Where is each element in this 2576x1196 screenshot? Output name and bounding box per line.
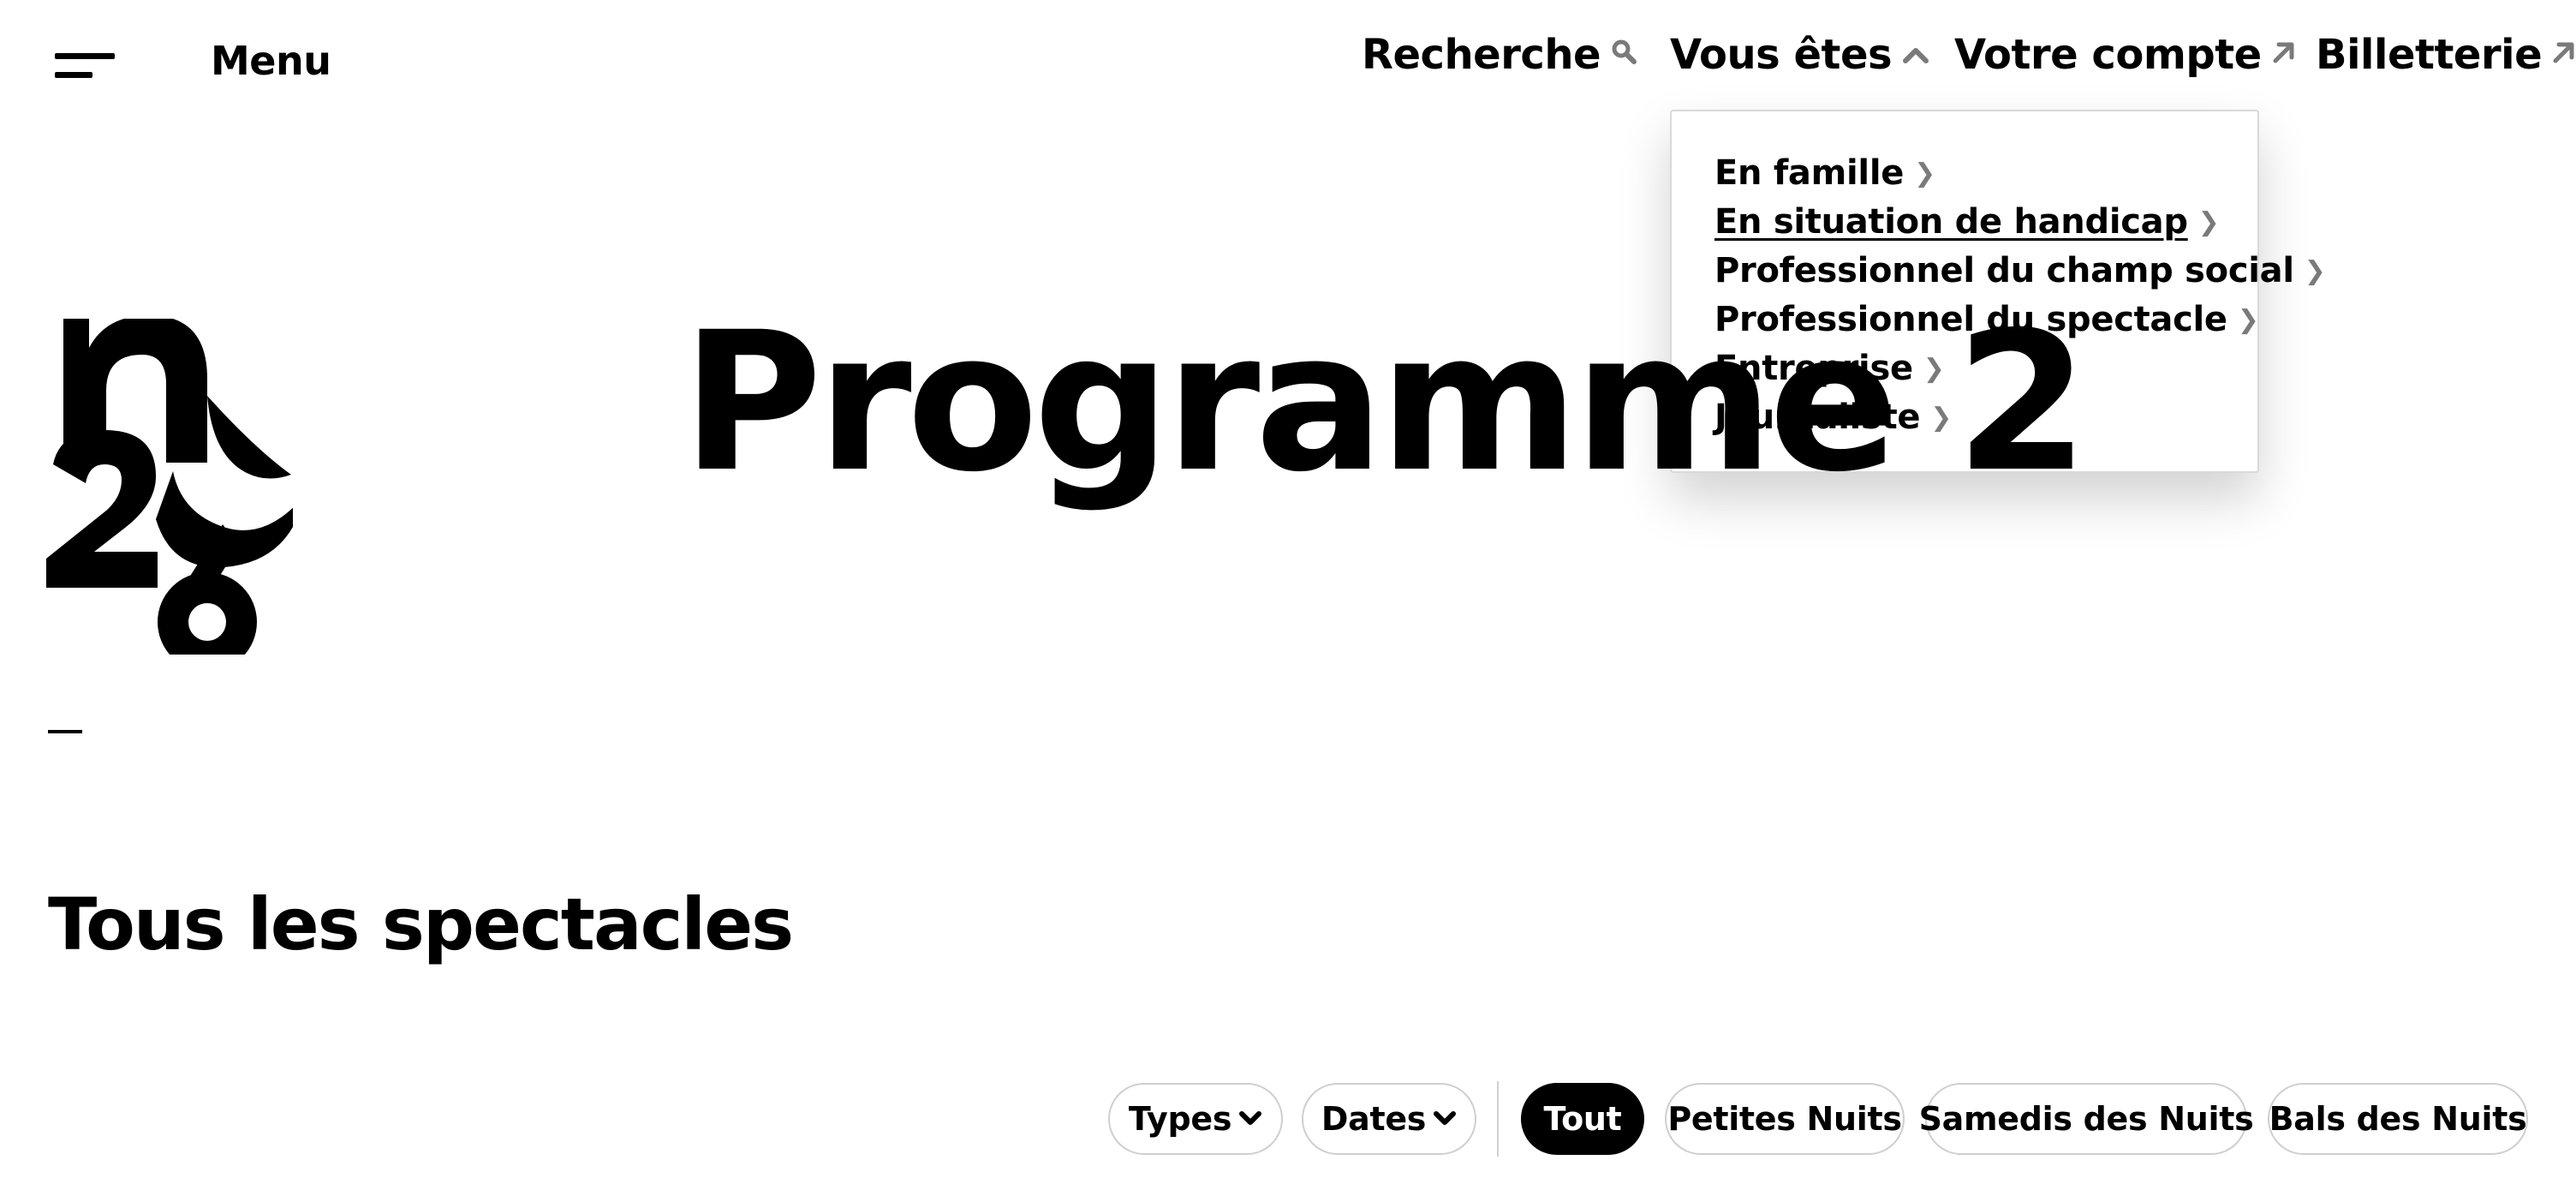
filter-divider <box>1497 1081 1499 1157</box>
dropdown-item-handicap[interactable]: En situation de handicap ❯ <box>1714 198 2257 247</box>
site-logo[interactable] <box>45 315 305 672</box>
nav-billetterie-label: Billetterie <box>2316 31 2543 79</box>
page-title: Programme 2 <box>682 290 2089 514</box>
dropdown-item-label: Professionnel du champ social <box>1714 251 2294 290</box>
nav-account-label: Votre compte <box>1954 31 2262 79</box>
section-title: Tous les spectacles <box>48 882 794 966</box>
dropdown-item-famille[interactable]: En famille ❯ <box>1714 149 2257 198</box>
chevron-right-icon: ❯ <box>2237 305 2259 335</box>
external-arrow-icon <box>2272 38 2296 72</box>
hamburger-bar-bottom <box>55 72 92 78</box>
dates-filter-label: Dates <box>1321 1100 1427 1138</box>
nav-vous-etes-toggle[interactable]: Vous êtes <box>1670 31 1929 79</box>
chevron-up-icon <box>1902 38 1929 72</box>
nav-vous-etes-label: Vous êtes <box>1670 31 1893 79</box>
hamburger-bar-top <box>55 53 115 59</box>
nav-search-link[interactable]: Recherche <box>1362 31 1637 79</box>
filter-chip-petites-nuits[interactable]: Petites Nuits <box>1665 1083 1905 1155</box>
dropdown-item-label: En situation de handicap <box>1714 202 2188 242</box>
types-filter-dropdown[interactable]: Types <box>1108 1083 1283 1155</box>
filter-chip-bals-des-nuits[interactable]: Bals des Nuits <box>2268 1083 2528 1155</box>
search-icon <box>1611 38 1637 72</box>
chevron-down-icon <box>1433 1105 1457 1133</box>
filter-chip-tout[interactable]: Tout <box>1521 1083 1644 1155</box>
chevron-right-icon: ❯ <box>2304 256 2326 286</box>
nav-billetterie-link[interactable]: Billetterie <box>2316 31 2576 79</box>
dates-filter-dropdown[interactable]: Dates <box>1302 1083 1476 1155</box>
nav-search-label: Recherche <box>1362 31 1601 79</box>
types-filter-label: Types <box>1128 1100 1232 1138</box>
menu-button-label[interactable]: Menu <box>211 38 331 84</box>
nav-account-link[interactable]: Votre compte <box>1954 31 2296 79</box>
chevron-right-icon: ❯ <box>1914 158 1935 188</box>
dropdown-item-label: En famille <box>1714 153 1905 193</box>
chevron-down-icon <box>1238 1105 1262 1133</box>
logo-divider <box>48 730 82 733</box>
chevron-right-icon: ❯ <box>2197 207 2220 237</box>
dropdown-item-champ-social[interactable]: Professionnel du champ social ❯ <box>1714 247 2326 296</box>
hamburger-menu-icon[interactable] <box>55 50 115 81</box>
filter-chip-samedis-des-nuits[interactable]: Samedis des Nuits <box>1919 1083 2254 1155</box>
external-arrow-icon <box>2552 38 2576 72</box>
